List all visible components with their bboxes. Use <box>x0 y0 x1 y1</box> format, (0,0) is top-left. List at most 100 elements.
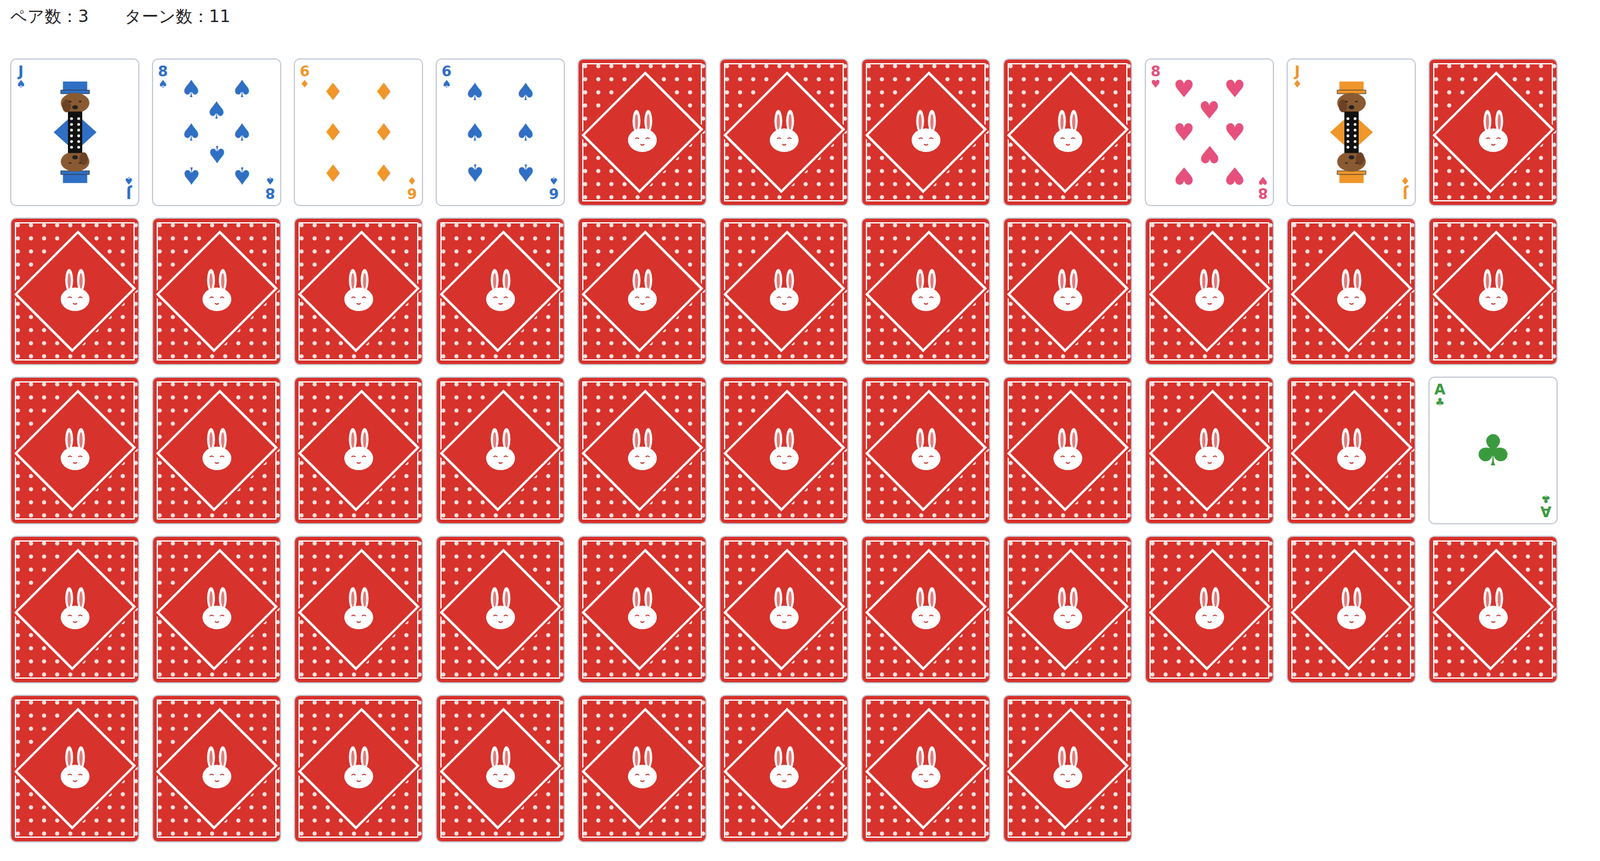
card[interactable]: A♣A♣♣ <box>1428 376 1558 525</box>
card[interactable] <box>10 376 140 525</box>
rabbit-icon <box>1048 427 1088 474</box>
rabbit-icon <box>1190 586 1230 633</box>
card-index: 8♥ <box>1150 64 1161 90</box>
rabbit-icon <box>1331 586 1372 633</box>
card[interactable] <box>577 58 707 207</box>
card-index: 8♠ <box>265 175 276 201</box>
rabbit-icon <box>1048 586 1088 633</box>
card-back <box>11 696 139 842</box>
card[interactable] <box>293 376 424 525</box>
card[interactable] <box>577 694 707 843</box>
card[interactable] <box>1428 217 1558 366</box>
card[interactable] <box>435 376 565 525</box>
card[interactable] <box>10 535 140 684</box>
card[interactable] <box>293 535 424 684</box>
card[interactable] <box>10 694 140 843</box>
card-back <box>294 377 422 524</box>
suit-pip: ♥ <box>1198 142 1221 167</box>
card[interactable] <box>435 535 565 684</box>
card[interactable] <box>1002 694 1133 843</box>
card-back <box>153 696 281 842</box>
rabbit-icon <box>764 586 804 633</box>
suit-pip: ♠ <box>231 76 253 101</box>
card[interactable] <box>1144 535 1275 684</box>
card-index: J♦ <box>1292 64 1303 90</box>
card[interactable] <box>719 376 849 525</box>
card[interactable] <box>861 217 991 366</box>
card[interactable] <box>1286 217 1416 366</box>
suit-pip: ♥ <box>1198 98 1221 123</box>
card[interactable]: 8♥8♥♥♥♥♥♥♥♥♥ <box>1144 58 1275 207</box>
rabbit-icon <box>1048 109 1088 156</box>
card-back <box>153 377 281 524</box>
card-back <box>11 377 139 524</box>
card[interactable] <box>1002 58 1133 207</box>
card-back <box>294 536 422 683</box>
rabbit-icon <box>622 745 663 792</box>
rabbit-icon <box>906 586 946 633</box>
card[interactable] <box>1286 376 1416 525</box>
card[interactable] <box>435 217 565 366</box>
suit-pip: ♠ <box>180 76 203 101</box>
card[interactable] <box>435 694 565 843</box>
rabbit-icon <box>906 109 946 156</box>
card-back <box>1004 59 1132 205</box>
card[interactable] <box>151 694 282 843</box>
card[interactable] <box>151 217 282 366</box>
card[interactable] <box>719 694 849 843</box>
card[interactable]: 6♦6♦♦♦♦♦♦♦ <box>293 58 424 207</box>
card[interactable] <box>1144 217 1275 366</box>
card-back <box>862 377 990 524</box>
rabbit-icon <box>906 745 946 792</box>
card[interactable] <box>10 217 140 366</box>
card-back <box>578 218 706 365</box>
card[interactable] <box>1428 535 1558 684</box>
card-back <box>862 218 990 365</box>
card[interactable] <box>1002 535 1133 684</box>
card[interactable]: J♦J♦ <box>1286 58 1416 207</box>
card[interactable] <box>1428 58 1558 207</box>
card[interactable] <box>577 535 707 684</box>
card-back <box>1287 377 1415 524</box>
rabbit-icon <box>764 109 804 156</box>
pair-count: ペア数：3 <box>10 4 89 29</box>
rabbit-icon <box>339 745 379 792</box>
suit-pip: ♦ <box>322 160 344 185</box>
card-back <box>720 377 848 524</box>
card[interactable]: J♠J♠ <box>10 58 140 207</box>
card[interactable] <box>151 535 282 684</box>
card-back <box>1004 377 1132 524</box>
card[interactable] <box>1286 535 1416 684</box>
card[interactable] <box>293 694 424 843</box>
card[interactable] <box>861 376 991 525</box>
suit-pip: ♦ <box>322 79 344 104</box>
card-back <box>862 696 990 842</box>
card[interactable]: 6♠6♠♠♠♠♠♠♠ <box>435 58 565 207</box>
card[interactable] <box>861 58 991 207</box>
card[interactable] <box>293 217 424 366</box>
card[interactable] <box>151 376 282 525</box>
card-index: 8♠ <box>157 64 169 90</box>
suit-pip: ♥ <box>1223 120 1246 145</box>
card[interactable] <box>1144 376 1275 525</box>
card[interactable] <box>1002 376 1133 525</box>
card[interactable] <box>719 217 849 366</box>
card-index: J♠ <box>123 175 134 201</box>
suit-pip: ♠ <box>514 160 537 185</box>
card-back <box>720 218 848 365</box>
card-index: 8♥ <box>1257 175 1269 201</box>
card-back <box>720 696 848 842</box>
card[interactable] <box>719 535 849 684</box>
card[interactable] <box>719 58 849 207</box>
rabbit-icon <box>764 427 804 474</box>
card[interactable] <box>861 694 991 843</box>
card[interactable] <box>1002 217 1133 366</box>
suit-pip: ♠ <box>206 142 228 167</box>
card[interactable] <box>577 376 707 525</box>
card-back <box>720 59 848 205</box>
card-back <box>862 536 990 683</box>
card[interactable]: 8♠8♠♠♠♠♠♠♠♠♠ <box>151 58 282 207</box>
card-back <box>720 536 848 683</box>
card[interactable] <box>577 217 707 366</box>
card[interactable] <box>861 535 991 684</box>
